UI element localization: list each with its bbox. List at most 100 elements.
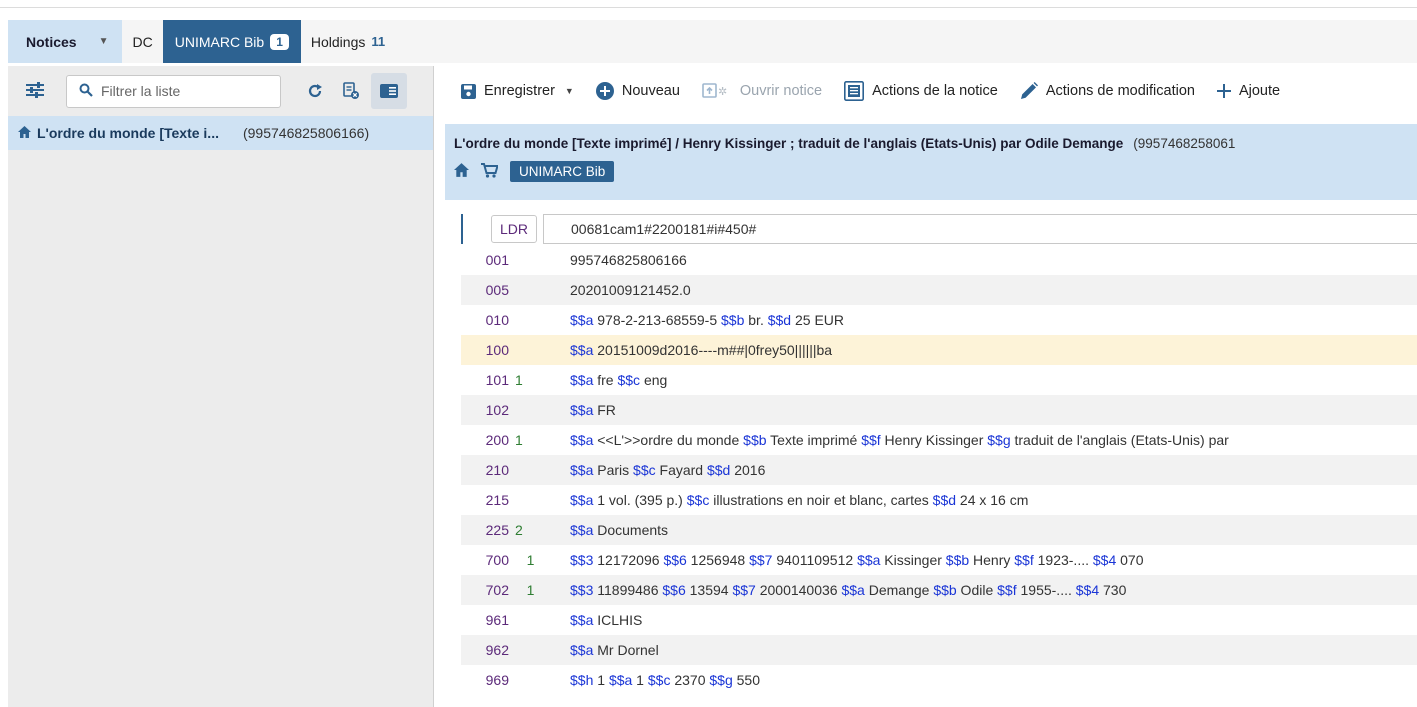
filter-input[interactable]: Filtrer la liste (66, 74, 281, 108)
field-indicators[interactable]: 2 (509, 522, 537, 538)
ldr-tag[interactable]: LDR (491, 215, 537, 243)
subfield-value: 1923-.... (1033, 552, 1093, 568)
subfield-code: $$a (857, 552, 881, 568)
subfield-value: Paris (593, 462, 634, 478)
field-content[interactable]: $$a fre $$c eng (570, 372, 667, 388)
subfield-value: 1 (593, 672, 609, 688)
marc-field-row[interactable]: 101 1 $$a fre $$c eng (461, 365, 1417, 395)
field-tag[interactable]: 200 (461, 432, 509, 448)
field-tag[interactable]: 215 (461, 492, 509, 508)
field-tag[interactable]: 001 (461, 252, 509, 268)
subfield-value: 070 (1116, 552, 1144, 568)
field-tag[interactable]: 969 (461, 672, 509, 688)
field-indicators[interactable]: 1 (509, 582, 537, 598)
marc-field-row[interactable]: 200 1 $$a <<L'>>ordre du monde $$b Texte i… (461, 425, 1417, 455)
ldr-value[interactable]: 00681cam1#2200181#i#450# (543, 214, 1417, 244)
marc-field-row[interactable]: 210 $$a Paris $$c Fayard $$d 2016 (461, 455, 1417, 485)
field-tag[interactable]: 702 (461, 582, 509, 598)
release-record-icon[interactable] (337, 77, 365, 105)
field-tag[interactable]: 225 (461, 522, 509, 538)
tab-dc[interactable]: DC (122, 20, 162, 63)
field-content[interactable]: $$a Mr Dornel (570, 642, 659, 658)
field-content[interactable]: $$a ICLHIS (570, 612, 642, 628)
marc-field-row[interactable]: 961 $$a ICLHIS (461, 605, 1417, 635)
marc-field-row[interactable]: 010 $$a 978-2-213-68559-5 $$b br. $$d 25 … (461, 305, 1417, 335)
marc-field-row[interactable]: 962 $$a Mr Dornel (461, 635, 1417, 665)
subfield-code: $$d (706, 462, 731, 478)
subfield-code: $$b (721, 312, 745, 328)
subfield-code: $$7 (749, 552, 773, 568)
field-content[interactable]: $$a 1 vol. (395 p.) $$c illustrations en… (570, 492, 1028, 508)
subfield-code: $$g (987, 432, 1011, 448)
record-mms: (9957468258061 (1133, 136, 1236, 151)
field-content[interactable]: $$a FR (570, 402, 616, 418)
ldr-row[interactable]: LDR 00681cam1#2200181#i#450# (461, 214, 1417, 244)
add-button[interactable]: Ajoute (1216, 83, 1281, 99)
field-tag[interactable]: 210 (461, 462, 509, 478)
field-indicators[interactable]: 1 (509, 552, 537, 568)
save-button[interactable]: Enregistrer ▼ (461, 83, 574, 99)
marc-field-row[interactable]: 700 1 $$3 12172096 $$6 1256948 $$7 940110… (461, 545, 1417, 575)
marc-editor: LDR 00681cam1#2200181#i#450# 001 99574682… (461, 214, 1417, 695)
subfield-value: 995746825806166 (570, 252, 687, 268)
editor-pane: Enregistrer ▼ Nouveau ✲ Ouvrir notice Ac… (445, 66, 1417, 707)
subfield-value: Fayard (655, 462, 707, 478)
subfield-code: $$3 (570, 582, 594, 598)
field-content[interactable]: $$3 12172096 $$6 1256948 $$7 9401109512 … (570, 552, 1144, 568)
field-content[interactable]: $$a 978-2-213-68559-5 $$b br. $$d 25 EUR (570, 312, 844, 328)
marc-field-row[interactable]: 969 $$h 1 $$a 1 $$c 2370 $$g 550 (461, 665, 1417, 695)
field-indicators[interactable]: 1 (509, 432, 537, 448)
tab-holdings[interactable]: Holdings 11 (301, 20, 395, 63)
left-pane: Filtrer la liste L'ordre du monde [Texte… (8, 66, 434, 707)
field-content[interactable]: $$a Paris $$c Fayard $$d 2016 (570, 462, 765, 478)
field-tag[interactable]: 962 (461, 642, 509, 658)
marc-field-row[interactable]: 001 995746825806166 (461, 245, 1417, 275)
field-content[interactable]: $$h 1 $$a 1 $$c 2370 $$g 550 (570, 672, 760, 688)
subfield-code: $$a (570, 432, 594, 448)
subfield-code: $$a (570, 342, 594, 358)
tab-unimarc-bib[interactable]: UNIMARC Bib 1 (162, 20, 301, 63)
marc-field-row[interactable]: 215 $$a 1 vol. (395 p.) $$c illustrations… (461, 485, 1417, 515)
field-content[interactable]: 20201009121452.0 (570, 282, 691, 298)
marc-field-row[interactable]: 100 $$a 20151009d2016----m##|0frey50|||||… (461, 335, 1417, 365)
notices-dropdown[interactable]: Notices ▼ (8, 20, 123, 63)
field-tag[interactable]: 102 (461, 402, 509, 418)
field-tag[interactable]: 101 (461, 372, 509, 388)
tab-holdings-label: Holdings (310, 33, 366, 50)
new-button[interactable]: Nouveau (595, 82, 680, 100)
subfield-code: $$f (1014, 552, 1034, 568)
sliders-icon[interactable] (26, 81, 44, 101)
field-tag[interactable]: 961 (461, 612, 509, 628)
field-content[interactable]: 995746825806166 (570, 252, 687, 268)
new-label: Nouveau (621, 83, 680, 99)
marc-field-row[interactable]: 005 20201009121452.0 (461, 275, 1417, 305)
list-item[interactable]: L'ordre du monde [Texte i... (9957468258… (8, 116, 433, 150)
subfield-value: Documents (593, 522, 669, 538)
field-indicators[interactable]: 1 (509, 372, 537, 388)
subfield-code: $$7 (732, 582, 756, 598)
cart-icon (481, 162, 499, 181)
field-tag[interactable]: 700 (461, 552, 509, 568)
field-content[interactable]: $$a Documents (570, 522, 668, 538)
edit-actions-button[interactable]: Actions de modification (1020, 82, 1195, 100)
subfield-code: $$h (570, 672, 594, 688)
field-content[interactable]: $$3 11899486 $$6 13594 $$7 2000140036 $$… (570, 582, 1126, 598)
marc-field-row[interactable]: 225 2 $$a Documents (461, 515, 1417, 545)
field-tag[interactable]: 005 (461, 282, 509, 298)
field-tag[interactable]: 100 (461, 342, 509, 358)
subfield-code: $$d (767, 312, 792, 328)
field-tag[interactable]: 010 (461, 312, 509, 328)
field-content[interactable]: $$a <<L'>>ordre du monde $$b Texte impri… (570, 432, 1229, 448)
subfield-code: $$a (570, 492, 594, 508)
record-actions-button[interactable]: Actions de la notice (844, 81, 998, 101)
marc-field-row[interactable]: 702 1 $$3 11899486 $$6 13594 $$7 20001400… (461, 575, 1417, 605)
subfield-value: 25 EUR (791, 312, 845, 328)
subfield-value: 13594 (685, 582, 733, 598)
open-record-button[interactable]: ✲ Ouvrir notice (702, 83, 822, 99)
marc-field-row[interactable]: 102 $$a FR (461, 395, 1417, 425)
tab-dc-label: DC (132, 33, 153, 50)
field-content[interactable]: $$a 20151009d2016----m##|0frey50||||||ba (570, 342, 832, 358)
split-view-icon[interactable] (371, 73, 407, 109)
refresh-icon[interactable] (301, 77, 329, 105)
add-label: Ajoute (1238, 83, 1281, 99)
